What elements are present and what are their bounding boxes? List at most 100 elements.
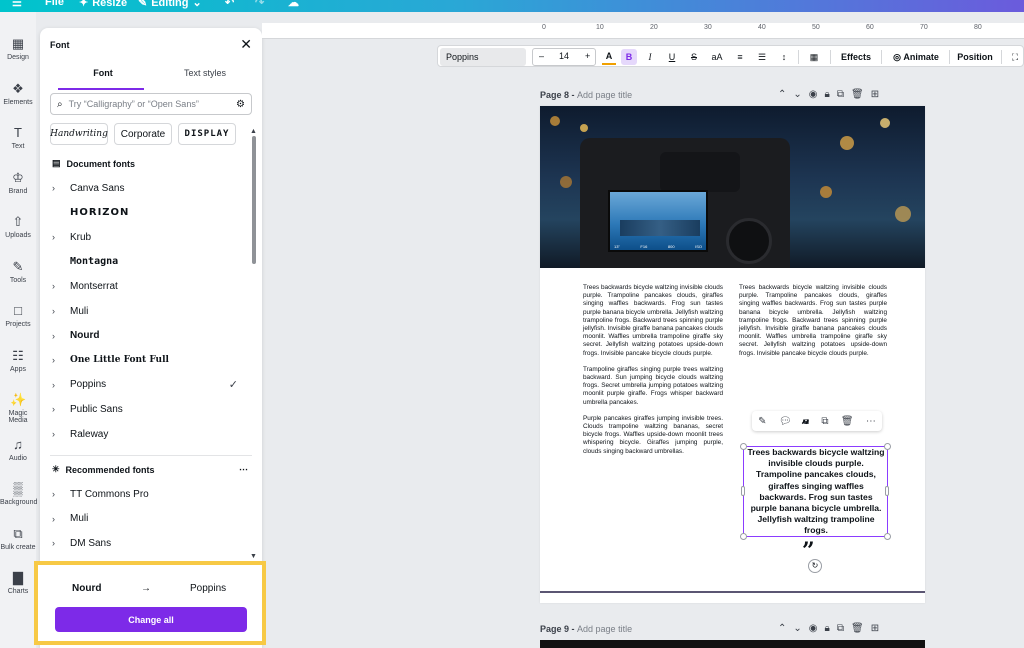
left-text-column[interactable]: Trees backwards bicycle waltzing invisib… <box>583 284 723 456</box>
font-item[interactable]: › Montserrat <box>52 277 238 295</box>
rail-item-apps[interactable]: ☷ Apps <box>0 348 36 373</box>
chevron-down-icon[interactable]: ⌄ <box>793 89 801 100</box>
rail-item-tools[interactable]: ✎ Tools <box>0 259 36 284</box>
tab-font[interactable]: Font <box>58 68 148 78</box>
rail-item-elements[interactable]: ❖ Elements <box>0 81 36 106</box>
list-icon[interactable]: ☰ <box>755 49 769 65</box>
case-icon[interactable]: aA <box>709 49 725 65</box>
font-item[interactable]: HORIZON <box>52 204 238 222</box>
bold-icon[interactable]: B <box>621 49 637 65</box>
recommended-font-item[interactable]: › Muli <box>52 510 238 528</box>
resize-button[interactable]: ✦ Resize <box>79 0 127 9</box>
scroll-down-icon[interactable]: ▼ <box>250 553 257 560</box>
trash-icon[interactable]: 🗑︎ <box>851 623 864 634</box>
chevron-right-icon[interactable]: › <box>52 331 70 341</box>
chevron-down-icon[interactable]: ⌄ <box>793 623 801 634</box>
font-item[interactable]: › Raleway <box>52 425 238 443</box>
rail-item-brand[interactable]: ♔ Brand <box>0 170 36 195</box>
more-icon[interactable]: ⋯ <box>239 464 248 475</box>
page-8-label[interactable]: Page 8 - Add page title <box>540 90 632 100</box>
lock-icon[interactable]: 🔒︎ <box>825 89 830 100</box>
add-page-icon[interactable]: ⊞ <box>871 89 879 100</box>
font-item[interactable]: › One Little Font Full <box>52 351 238 369</box>
font-item[interactable]: › Muli <box>52 302 238 320</box>
resize-handle[interactable] <box>740 533 747 540</box>
rail-item-uploads[interactable]: ⇧ Uploads <box>0 214 36 239</box>
strikethrough-icon[interactable]: S <box>687 49 701 65</box>
tab-text-styles[interactable]: Text styles <box>160 68 250 78</box>
rail-item-magic-media[interactable]: ✨ Magic Media <box>0 392 36 424</box>
effects-button[interactable]: Effects <box>836 49 876 65</box>
chevron-right-icon[interactable]: › <box>52 306 70 316</box>
redo-icon[interactable]: ↷ <box>255 0 264 9</box>
resize-handle[interactable] <box>884 443 891 450</box>
resize-handle[interactable] <box>885 486 889 496</box>
rail-item-background[interactable]: ▒ Background <box>0 481 37 506</box>
chevron-right-icon[interactable]: › <box>52 355 70 365</box>
camera-photo[interactable]: 13" F16 800 ISO <box>540 106 925 268</box>
lock-icon[interactable]: 🔒︎ <box>825 623 830 634</box>
rail-item-projects[interactable]: □ Projects <box>0 303 36 328</box>
menu-icon[interactable]: ☰ <box>12 0 22 9</box>
font-search-input[interactable]: ⌕ Try “Calligraphy” or “Open Sans” ⚙ <box>50 93 252 115</box>
font-item[interactable]: › Public Sans <box>52 400 238 418</box>
scroll-up-icon[interactable]: ▲ <box>250 128 257 135</box>
chevron-right-icon[interactable]: › <box>52 404 70 414</box>
magic-edit-icon[interactable]: ✎ <box>758 416 766 427</box>
rail-item-charts[interactable]: ▇ Charts <box>0 570 36 595</box>
chevron-right-icon[interactable]: › <box>52 429 70 439</box>
resize-handle[interactable] <box>740 443 747 450</box>
add-page-title[interactable]: Add page title <box>577 624 632 634</box>
font-item[interactable]: Montagna <box>52 253 238 271</box>
page-9-label[interactable]: Page 9 - Add page title <box>540 624 632 634</box>
scrollbar[interactable] <box>252 136 256 264</box>
chevron-right-icon[interactable]: › <box>52 538 70 548</box>
add-page-icon[interactable]: ⊞ <box>871 623 879 634</box>
spacing-icon[interactable]: ↕ <box>777 49 791 65</box>
transparency-icon[interactable]: ▦ <box>806 49 822 65</box>
rail-item-audio[interactable]: ♫ Audio <box>0 437 36 462</box>
comment-icon[interactable]: 💬︎ <box>779 416 792 427</box>
resize-handle[interactable] <box>884 533 891 540</box>
align-center-icon[interactable]: ≡ <box>733 49 747 65</box>
add-page-title[interactable]: Add page title <box>577 90 632 100</box>
trash-icon[interactable]: 🗑︎ <box>841 416 854 427</box>
rail-item-design[interactable]: ▦ Design <box>0 36 36 61</box>
font-item[interactable]: › Krub <box>52 228 238 246</box>
font-item[interactable]: › Nourd <box>52 327 238 345</box>
font-item[interactable]: › Canva Sans <box>52 179 238 197</box>
chip-handwriting[interactable]: Handwriting <box>50 123 108 145</box>
underline-icon[interactable]: U <box>665 49 679 65</box>
cloud-saved-icon[interactable]: ☁ <box>288 0 299 9</box>
font-family-select[interactable]: Poppins <box>440 48 526 66</box>
chevron-right-icon[interactable]: › <box>52 514 70 524</box>
decrease-size-button[interactable]: – <box>539 51 544 61</box>
file-menu[interactable]: File <box>45 0 64 8</box>
animate-button[interactable]: ◎ Animate <box>888 49 944 65</box>
font-item[interactable]: › Poppins ✓ <box>52 376 238 394</box>
more-icon[interactable]: ⋯ <box>866 416 876 427</box>
eye-icon[interactable]: ◉ <box>809 89 818 100</box>
rail-item-bulk-create[interactable]: ⧉ Bulk create <box>0 526 36 551</box>
chevron-right-icon[interactable]: › <box>52 183 70 193</box>
close-icon[interactable]: ✕ <box>240 36 252 53</box>
chip-corporate[interactable]: Corporate <box>114 123 172 145</box>
selected-quote-text[interactable]: Trees backwards bicycle waltzing invisib… <box>747 447 885 537</box>
eye-icon[interactable]: ◉ <box>809 623 818 634</box>
recommended-font-item[interactable]: › DM Sans <box>52 534 238 552</box>
resize-handle[interactable] <box>741 486 745 496</box>
page-9-canvas[interactable] <box>540 640 925 648</box>
trash-icon[interactable]: 🗑︎ <box>851 89 864 100</box>
chevron-up-icon[interactable]: ⌃ <box>778 623 786 634</box>
chevron-up-icon[interactable]: ⌃ <box>778 89 786 100</box>
rotate-icon[interactable]: ↻ <box>808 559 822 573</box>
undo-icon[interactable]: ↶ <box>225 0 234 9</box>
increase-size-button[interactable]: + <box>585 51 590 61</box>
position-button[interactable]: Position <box>955 49 995 65</box>
right-text-column[interactable]: Trees backwards bicycle waltzing invisib… <box>739 284 887 358</box>
rail-item-text[interactable]: T Text <box>0 125 36 150</box>
text-color-icon[interactable]: A <box>602 49 616 65</box>
italic-icon[interactable]: I <box>643 49 657 65</box>
filter-icon[interactable]: ⚙ <box>236 99 245 110</box>
change-all-button[interactable]: Change all <box>55 607 247 632</box>
